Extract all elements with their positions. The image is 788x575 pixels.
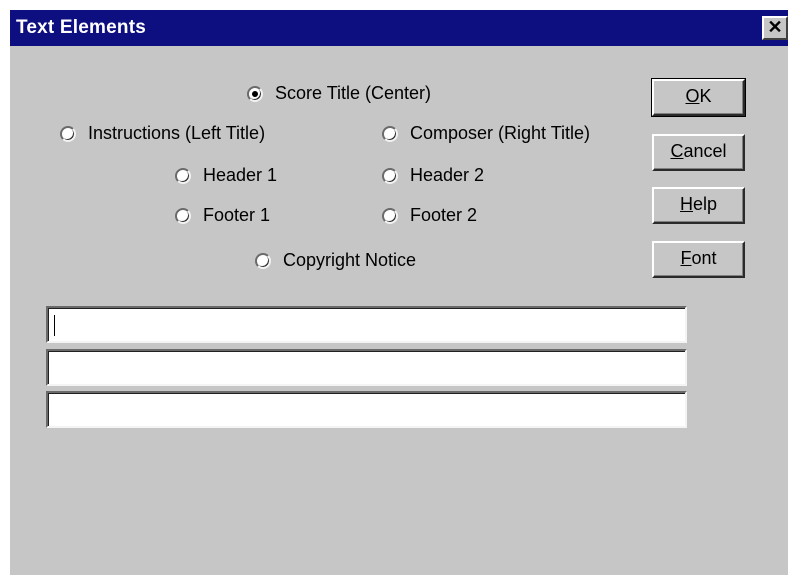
text-line-2-input[interactable] <box>46 349 687 386</box>
radio-composer[interactable]: Composer (Right Title) <box>382 123 590 144</box>
radio-composer-label: Composer (Right Title) <box>410 123 591 143</box>
radio-instructions-label: Instructions (Left Title) <box>88 123 266 143</box>
radio-footer-2-circle <box>382 207 398 224</box>
radio-score-title-label: Score Title (Center) <box>275 83 432 103</box>
radio-header-2-circle <box>382 167 398 184</box>
radio-composer-circle <box>382 125 398 142</box>
radio-header-2-label: Header 2 <box>410 165 485 185</box>
radio-copyright-label: Copyright Notice <box>283 250 417 270</box>
help-button-accel: H <box>679 194 693 214</box>
radio-footer-2[interactable]: Footer 2 <box>382 205 477 226</box>
radio-copyright-circle <box>255 252 271 269</box>
close-button[interactable]: ✕ <box>762 16 788 40</box>
ok-button[interactable]: OK <box>651 78 746 117</box>
help-button-rest: elp <box>692 194 718 214</box>
font-button-accel: F <box>680 248 692 268</box>
radio-instructions[interactable]: Instructions (Left Title) <box>60 123 265 144</box>
radio-score-title[interactable]: Score Title (Center) <box>247 83 431 104</box>
cancel-button[interactable]: Cancel <box>652 134 745 171</box>
font-button-rest: ont <box>691 248 717 268</box>
cancel-button-rest: ancel <box>683 141 727 161</box>
radio-footer-1-label: Footer 1 <box>203 205 271 225</box>
radio-footer-2-label: Footer 2 <box>410 205 478 225</box>
text-elements-dialog: Text Elements ✕ Score Title (Center) Ins… <box>10 10 788 575</box>
title-bar: Text Elements ✕ <box>10 10 788 46</box>
text-caret <box>54 315 55 336</box>
radio-footer-1-circle <box>175 207 191 224</box>
text-line-1-input[interactable] <box>46 306 687 343</box>
dialog-title: Text Elements <box>16 17 147 38</box>
radio-header-2[interactable]: Header 2 <box>382 165 484 186</box>
ok-button-accel: O <box>685 86 700 106</box>
radio-footer-1[interactable]: Footer 1 <box>175 205 270 226</box>
radio-score-title-circle <box>247 85 263 102</box>
radio-selected-dot <box>252 90 258 97</box>
radio-header-1-label: Header 1 <box>203 165 278 185</box>
close-icon: ✕ <box>767 17 783 37</box>
help-button[interactable]: Help <box>652 187 745 224</box>
ok-button-rest: K <box>699 86 712 106</box>
font-button[interactable]: Font <box>652 241 745 278</box>
radio-copyright[interactable]: Copyright Notice <box>255 250 416 271</box>
radio-instructions-circle <box>60 125 76 142</box>
cancel-button-accel: C <box>670 141 684 161</box>
text-line-3-input[interactable] <box>46 391 687 428</box>
radio-header-1[interactable]: Header 1 <box>175 165 277 186</box>
radio-header-1-circle <box>175 167 191 184</box>
